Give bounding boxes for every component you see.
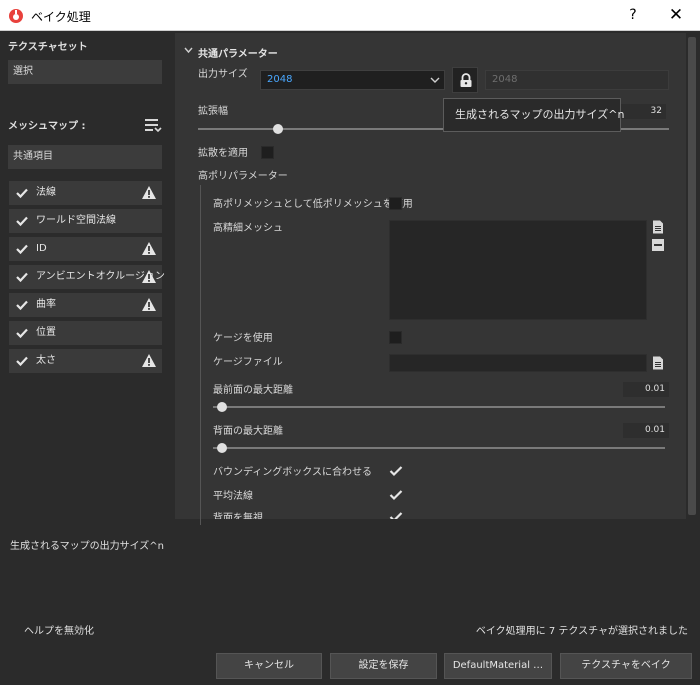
max-frontal-value[interactable]: 0.01 [623, 382, 669, 397]
warning-icon [141, 297, 157, 312]
checkbox[interactable] [15, 214, 29, 228]
checkmark-icon [16, 356, 28, 367]
max-frontal-slider-knob[interactable] [217, 402, 227, 412]
common-item[interactable]: 共通項目 [8, 145, 162, 169]
output-size-select[interactable]: 2048 [260, 70, 445, 90]
status-text: ベイク処理用に 7 テクスチャが選択されました [475, 626, 688, 637]
cancel-button[interactable]: キャンセル [216, 653, 322, 679]
dilation-label: 拡張幅 [198, 106, 228, 117]
warning-icon [141, 269, 157, 284]
ignore-backface-checkbox[interactable] [389, 511, 403, 519]
high-poly-title: 高ポリパラメーター [198, 171, 288, 182]
ignore-backface-label: 背面を無視 [213, 513, 263, 519]
checkmark-icon [389, 512, 403, 519]
mesh-map-label: 法線 [36, 187, 56, 198]
max-frontal-label: 最前面の最大距離 [213, 385, 293, 396]
max-rear-slider-knob[interactable] [217, 443, 227, 453]
checkmark-icon [16, 272, 28, 283]
window-title: ベイク処理 [31, 10, 91, 24]
checkbox[interactable] [15, 186, 29, 200]
checkmark-icon [16, 244, 28, 255]
checkbox[interactable] [15, 354, 29, 368]
high-def-mesh-list[interactable] [389, 220, 647, 320]
remove-mesh-button[interactable] [652, 239, 664, 251]
mesh-map-item[interactable]: アンビエントオクルージョン [9, 265, 165, 289]
apply-diffusion-checkbox[interactable] [261, 146, 274, 159]
checkbox[interactable] [15, 242, 29, 256]
common-params-title: 共通パラメーター [198, 49, 278, 60]
warning-icon [141, 353, 157, 368]
mesh-map-item[interactable]: ワールド空間法線 [9, 209, 162, 233]
high-def-mesh-label: 高精細メッシュ [213, 223, 283, 234]
warning-icon [141, 185, 157, 200]
save-settings-button[interactable]: 設定を保存 [330, 653, 437, 679]
cage-file-label: ケージファイル [213, 357, 283, 368]
app-logo-icon [9, 9, 23, 23]
help-button[interactable]: ? [623, 5, 643, 25]
mesh-map-item[interactable]: ID [9, 237, 162, 261]
texture-set-select[interactable]: 選択 [8, 60, 162, 84]
max-rear-label: 背面の最大距離 [213, 426, 283, 437]
mesh-map-item[interactable]: 位置 [9, 321, 162, 345]
checkbox[interactable] [15, 270, 29, 284]
checkbox[interactable] [15, 326, 29, 340]
mesh-map-item[interactable]: 法線 [9, 181, 162, 205]
texture-set-title: テクスチャセット [8, 42, 88, 53]
match-bbox-checkbox[interactable] [389, 465, 403, 477]
list-options-icon[interactable] [144, 116, 162, 134]
output-size-value: 2048 [267, 74, 293, 85]
average-normals-label: 平均法線 [213, 491, 253, 502]
material-button[interactable]: DefaultMaterial … [444, 653, 552, 679]
open-file-icon[interactable] [652, 356, 664, 370]
checkbox[interactable] [15, 298, 29, 312]
match-bbox-label: バウンディングボックスに合わせる [213, 467, 372, 478]
mesh-map-label: 位置 [36, 327, 56, 338]
max-rear-value[interactable]: 0.01 [623, 423, 669, 438]
checkmark-icon [16, 216, 28, 227]
max-rear-slider-track[interactable] [213, 447, 665, 449]
mesh-map-item[interactable]: 曲率 [9, 293, 162, 317]
checkmark-icon [16, 300, 28, 311]
close-button[interactable]: ✕ [664, 4, 688, 26]
chevron-down-icon [430, 77, 440, 83]
output-size-label: 出力サイズ [198, 69, 248, 80]
bake-textures-button[interactable]: テクスチャをベイク [560, 653, 692, 679]
tooltip: 生成されるマップの出力サイズ^n [443, 98, 624, 132]
scrollbar-thumb[interactable] [688, 37, 696, 515]
apply-diffusion-label: 拡散を適用 [198, 148, 248, 159]
lock-icon [460, 73, 472, 87]
checkmark-icon [16, 188, 28, 199]
use-cage-checkbox[interactable] [389, 331, 402, 344]
mesh-map-label: 太さ [36, 355, 56, 366]
dilation-value[interactable]: 32 [620, 104, 666, 119]
mesh-map-title: メッシュマップ : [8, 121, 86, 132]
open-file-icon[interactable] [652, 220, 664, 234]
mesh-map-label: ワールド空間法線 [36, 215, 116, 226]
title-bar: ベイク処理 ? ✕ [0, 0, 700, 31]
lock-button[interactable] [452, 67, 478, 93]
warning-icon [141, 241, 157, 256]
group-divider [200, 185, 201, 525]
disable-help-link[interactable]: ヘルプを無効化 [24, 622, 94, 637]
mesh-map-item[interactable]: 太さ [9, 349, 162, 373]
use-low-as-high-label: 高ポリメッシュとして低ポリメッシュを使用 [213, 199, 413, 210]
use-low-as-high-checkbox[interactable] [389, 197, 402, 210]
chevron-down-icon[interactable] [184, 47, 193, 54]
dilation-slider-knob[interactable] [273, 124, 284, 134]
cage-file-input[interactable] [389, 354, 647, 372]
mesh-map-label: ID [36, 243, 47, 254]
help-text: 生成されるマップの出力サイズ^n [10, 541, 165, 552]
average-normals-checkbox[interactable] [389, 489, 403, 501]
checkmark-icon [16, 328, 28, 339]
output-size-locked-input[interactable]: 2048 [485, 70, 669, 90]
use-cage-label: ケージを使用 [213, 333, 273, 344]
mesh-map-label: 曲率 [36, 299, 56, 310]
max-frontal-slider-track[interactable] [213, 406, 665, 408]
